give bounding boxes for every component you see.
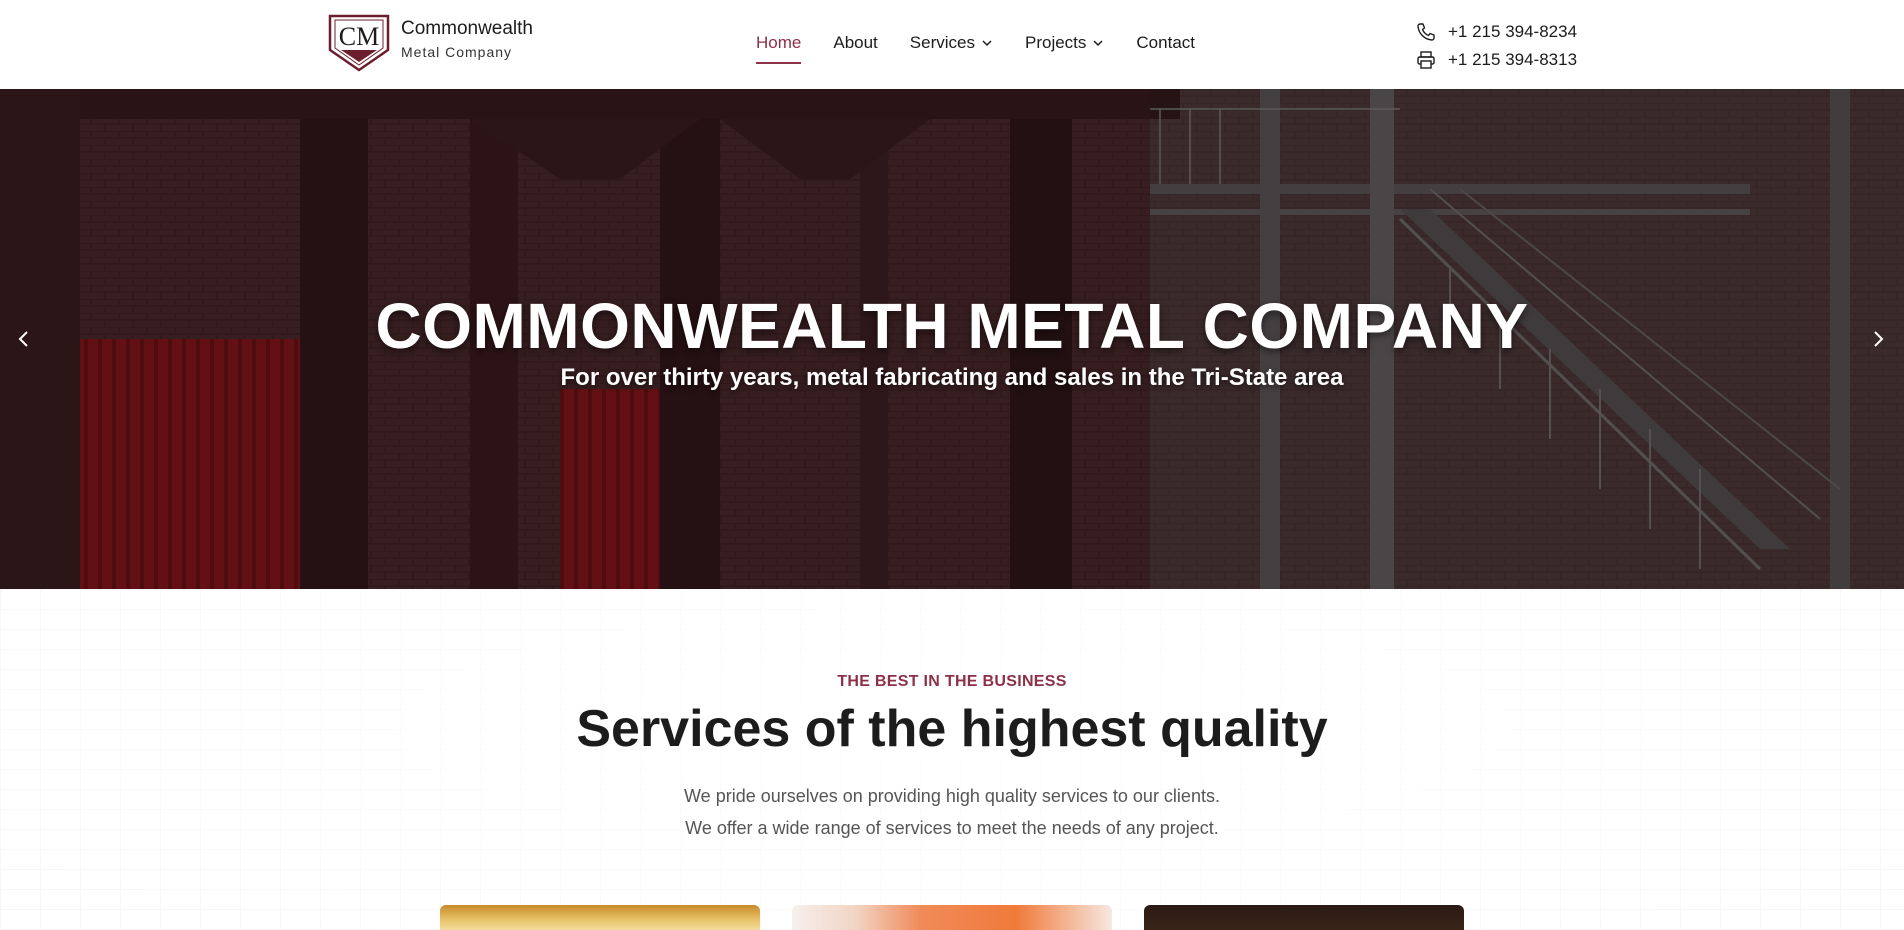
slider-next-icon[interactable] bbox=[1866, 327, 1890, 351]
services-section: THE BEST IN THE BUSINESS Services of the… bbox=[0, 589, 1904, 930]
nav-contact[interactable]: Contact bbox=[1136, 30, 1195, 56]
logo-name: Commonwealth bbox=[401, 18, 533, 39]
hero-title: COMMONWEALTH METAL COMPANY bbox=[375, 290, 1529, 362]
nav-services-label: Services bbox=[909, 33, 975, 52]
service-card[interactable] bbox=[440, 905, 760, 930]
printer-icon bbox=[1417, 51, 1435, 69]
logo[interactable]: CM Commonwealth Metal Company bbox=[327, 14, 533, 72]
service-card[interactable] bbox=[1144, 905, 1464, 930]
header-contacts: +1 215 394-8234 +1 215 394-8313 bbox=[1416, 18, 1577, 74]
logo-mark-icon: CM bbox=[328, 14, 390, 72]
logo-subtitle: Metal Company bbox=[401, 44, 513, 60]
services-description: We pride ourselves on providing high qua… bbox=[0, 780, 1904, 844]
phone-number: +1 215 394-8234 bbox=[1448, 22, 1578, 41]
chevron-down-icon bbox=[1093, 40, 1103, 47]
nav-projects[interactable]: Projects bbox=[1025, 30, 1104, 56]
slider-prev-icon[interactable] bbox=[12, 327, 36, 351]
hero-slider: COMMONWEALTH METAL COMPANY For over thir… bbox=[0, 89, 1904, 589]
hero-subtitle: For over thirty years, metal fabricating… bbox=[560, 364, 1344, 391]
nav-home-label: Home bbox=[756, 33, 802, 52]
nav-about-label: About bbox=[833, 33, 878, 52]
site-header: CM Commonwealth Metal Company Home About… bbox=[0, 0, 1904, 89]
main-nav: Home About Services Projects Contact bbox=[756, 30, 1195, 64]
nav-home[interactable]: Home bbox=[756, 30, 802, 64]
service-card[interactable] bbox=[792, 905, 1112, 930]
nav-services[interactable]: Services bbox=[910, 30, 993, 56]
services-desc-line1: We pride ourselves on providing high qua… bbox=[684, 786, 1220, 806]
fax-link[interactable]: +1 215 394-8313 bbox=[1416, 46, 1577, 74]
nav-contact-label: Contact bbox=[1136, 33, 1195, 52]
phone-link[interactable]: +1 215 394-8234 bbox=[1416, 18, 1577, 46]
services-title: Services of the highest quality bbox=[576, 700, 1328, 758]
services-desc-line2: We offer a wide range of services to mee… bbox=[685, 818, 1219, 838]
services-eyebrow: THE BEST IN THE BUSINESS bbox=[837, 673, 1067, 690]
fax-number: +1 215 394-8313 bbox=[1448, 50, 1578, 69]
logo-letters: CM bbox=[339, 22, 379, 51]
phone-icon bbox=[1417, 23, 1435, 41]
chevron-down-icon bbox=[982, 40, 992, 47]
nav-projects-label: Projects bbox=[1024, 33, 1087, 52]
nav-about[interactable]: About bbox=[833, 30, 877, 56]
